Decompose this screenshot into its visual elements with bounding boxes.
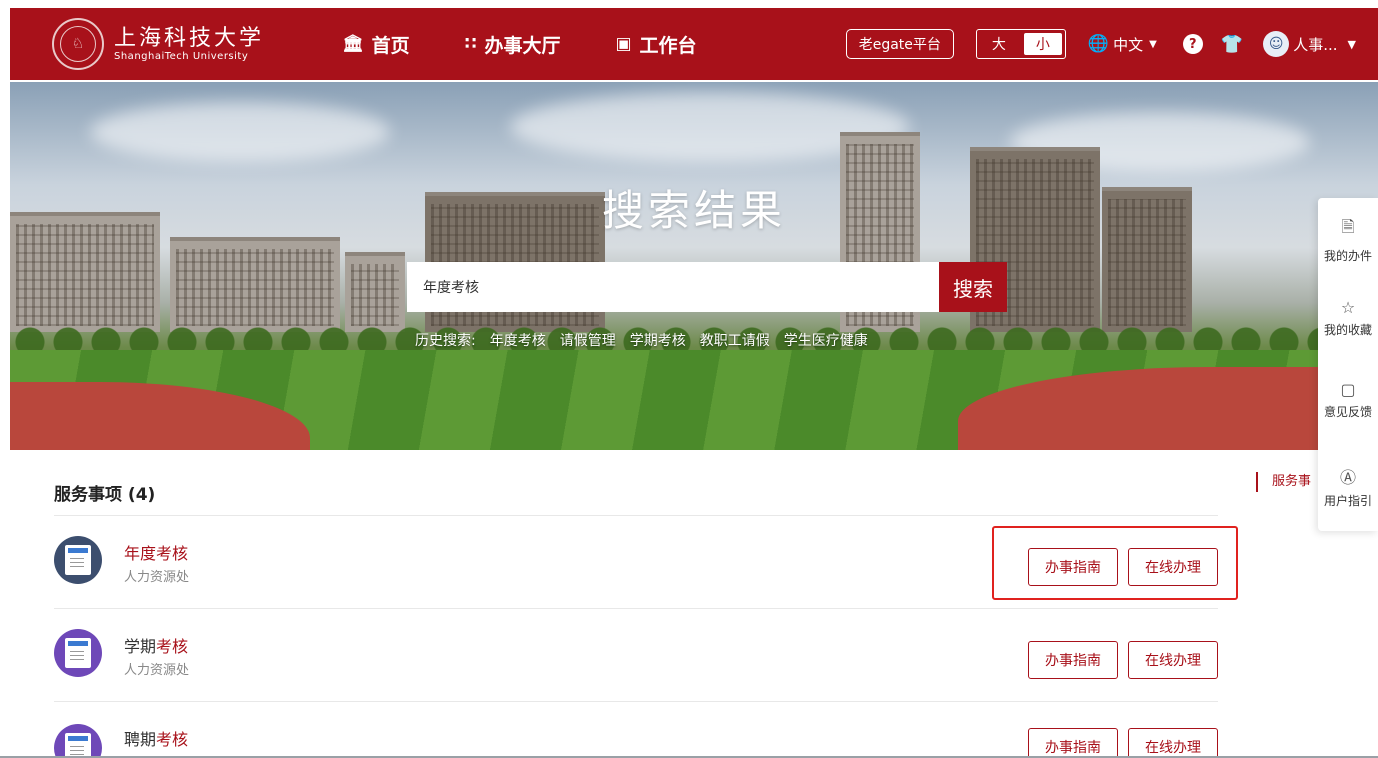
- search-history: 历史搜索: 年度考核 请假管理 学期考核 教职工请假 学生医疗健康: [415, 330, 882, 350]
- anchor-service-items[interactable]: 服务事: [1256, 472, 1311, 492]
- floating-side-panel: 🗎 我的办件 ☆ 我的收藏 ▢ 意见反馈 Ⓐ 用户指引: [1318, 198, 1378, 531]
- side-item-feedback[interactable]: ▢ 意见反馈: [1318, 380, 1378, 420]
- language-selector[interactable]: 🌐 中文 ▼: [1088, 34, 1157, 55]
- side-item-my-cases[interactable]: 🗎 我的办件: [1318, 216, 1378, 264]
- seal-icon: ♘: [52, 18, 104, 70]
- apply-online-button[interactable]: 在线办理: [1128, 641, 1218, 679]
- guide-button[interactable]: 办事指南: [1028, 728, 1118, 756]
- services-count: (4): [127, 485, 156, 505]
- guide-button[interactable]: 办事指南: [1028, 641, 1118, 679]
- services-title: 服务事项: [54, 485, 122, 505]
- chevron-down-icon: ▼: [1149, 38, 1157, 50]
- services-heading: 服务事项 (4): [54, 480, 155, 505]
- page-title: 搜索结果: [601, 186, 786, 235]
- search-input[interactable]: [407, 262, 939, 312]
- guide-icon: Ⓐ: [1339, 468, 1356, 487]
- side-item-label: 用户指引: [1323, 494, 1372, 508]
- avatar: ☺: [1263, 31, 1290, 57]
- logo-title-en: ShanghaiTech University: [114, 50, 249, 62]
- history-item[interactable]: 年度考核: [490, 330, 546, 350]
- feedback-icon: ▢: [1340, 380, 1356, 399]
- font-size-toggle: 大 小: [975, 29, 1066, 59]
- egate-platform-button[interactable]: 老egate平台: [845, 29, 954, 59]
- nav-workbench[interactable]: ▣ 工作台: [615, 31, 696, 58]
- side-item-label: 我的收藏: [1323, 323, 1372, 337]
- user-name: 人事...: [1293, 35, 1338, 54]
- side-item-label: 我的办件: [1323, 249, 1372, 263]
- history-item[interactable]: 教职工请假: [700, 330, 770, 350]
- header: ♘ 上海科技大学 ShanghaiTech University 🏛 首页 ∷ …: [10, 8, 1378, 80]
- history-item[interactable]: 学生医疗健康: [784, 330, 868, 350]
- history-item[interactable]: 学期考核: [630, 330, 686, 350]
- nav-home[interactable]: 🏛 首页: [342, 31, 410, 58]
- service-dept: 人力资源处: [124, 663, 190, 678]
- monitor-icon: ▣: [615, 34, 632, 54]
- language-label: 中文: [1113, 35, 1144, 54]
- star-icon: ☆: [1340, 298, 1356, 317]
- list-item: 聘期考核 办事指南 在线办理: [54, 702, 1218, 756]
- service-title[interactable]: 学期考核: [124, 633, 188, 657]
- institution-icon: 🏛: [342, 34, 364, 54]
- assessment-doc-icon: [54, 536, 102, 584]
- assessment-doc-icon: [54, 629, 102, 677]
- apply-online-button[interactable]: 在线办理: [1128, 728, 1218, 756]
- nav-workbench-label: 工作台: [639, 34, 697, 57]
- list-item: 学期考核 人力资源处 办事指南 在线办理: [54, 609, 1218, 701]
- nav-home-label: 首页: [371, 34, 410, 57]
- search-button[interactable]: 搜索: [939, 262, 1007, 312]
- search-bar: 搜索: [407, 262, 1007, 312]
- help-icon[interactable]: ?: [1182, 34, 1203, 54]
- globe-icon: 🌐: [1087, 34, 1110, 54]
- user-menu[interactable]: ☺ 人事... ▼: [1263, 31, 1356, 57]
- nav-service-hall-label: 办事大厅: [484, 34, 561, 57]
- side-item-user-guide[interactable]: Ⓐ 用户指引: [1318, 464, 1378, 509]
- service-dept: 人力资源处: [124, 570, 190, 585]
- service-title[interactable]: 聘期考核: [124, 726, 188, 750]
- assessment-doc-icon: [54, 724, 102, 756]
- university-logo[interactable]: ♘ 上海科技大学 ShanghaiTech University: [52, 18, 264, 70]
- top-bar: ♘ 上海科技大学 ShanghaiTech University 🏛 首页 ∷ …: [0, 0, 1378, 82]
- font-size-large-option[interactable]: 大: [977, 30, 1021, 58]
- theme-shirt-icon[interactable]: 👕: [1221, 34, 1243, 55]
- side-item-favorites[interactable]: ☆ 我的收藏: [1318, 298, 1378, 338]
- side-item-label: 意见反馈: [1323, 405, 1372, 419]
- user-chevron-down-icon: ▼: [1347, 37, 1356, 51]
- grid-icon: ∷: [464, 34, 477, 54]
- history-item[interactable]: 请假管理: [560, 330, 616, 350]
- document-icon: 🗎: [1341, 217, 1355, 236]
- hero-banner: 搜索结果 搜索 历史搜索: 年度考核 请假管理 学期考核 教职工请假 学生医疗健…: [10, 82, 1378, 450]
- font-size-small-option[interactable]: 小: [1023, 33, 1062, 55]
- highlight-box: [992, 526, 1238, 600]
- service-title[interactable]: 年度考核: [124, 540, 188, 564]
- main-nav: 🏛 首页 ∷ 办事大厅 ▣ 工作台: [342, 31, 752, 58]
- history-label: 历史搜索:: [415, 333, 476, 349]
- nav-service-hall[interactable]: ∷ 办事大厅: [465, 31, 561, 58]
- logo-title-cn: 上海科技大学: [114, 25, 265, 51]
